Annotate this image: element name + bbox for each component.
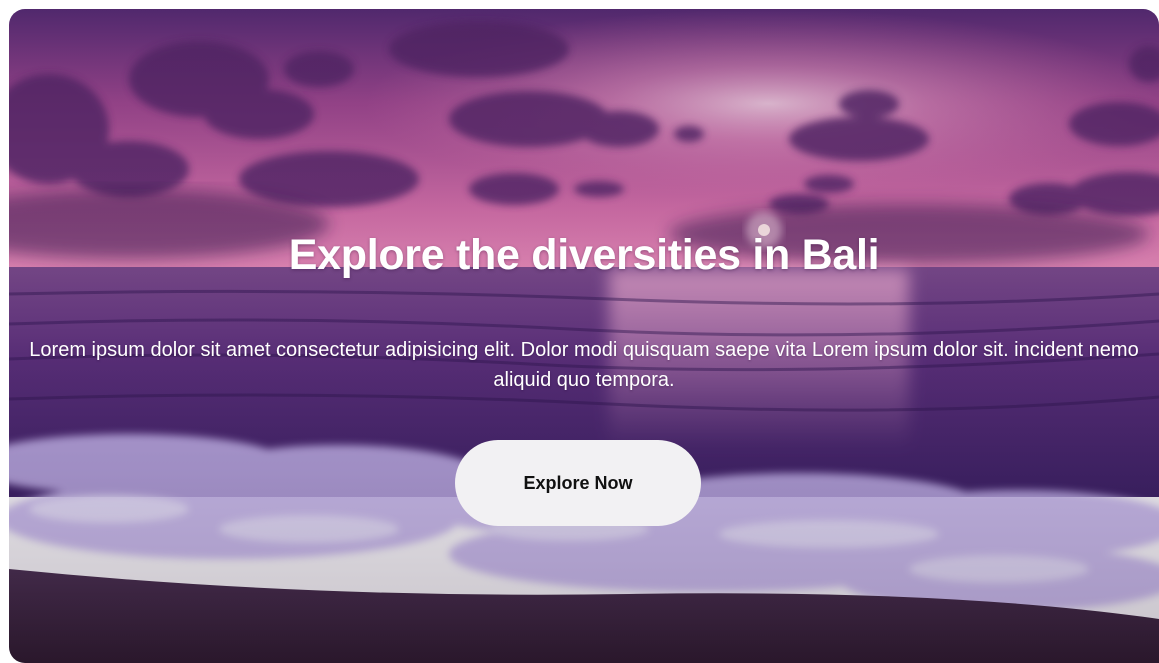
hero-content: Explore the diversities in Bali Lorem ip… — [9, 9, 1159, 663]
hero-description: Lorem ipsum dolor sit amet consectetur a… — [29, 339, 1139, 391]
hero-banner: Explore the diversities in Bali Lorem ip… — [9, 9, 1159, 663]
hero-title: Explore the diversities in Bali — [288, 231, 880, 279]
explore-now-button[interactable]: Explore Now — [455, 440, 701, 526]
